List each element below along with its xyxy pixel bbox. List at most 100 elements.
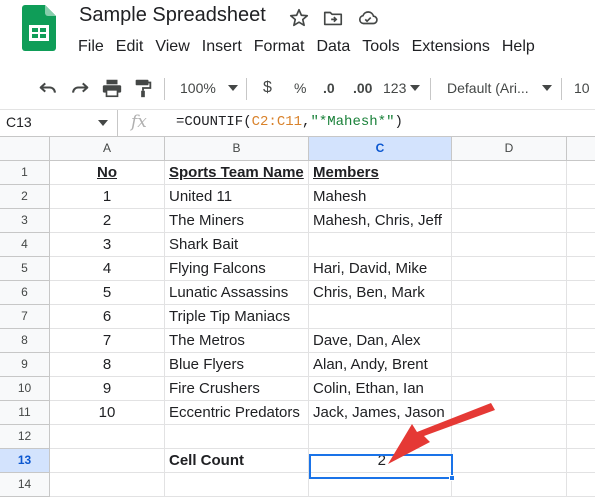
cell-e[interactable]	[567, 233, 595, 257]
cell-a[interactable]: 1	[50, 185, 165, 209]
name-box[interactable]: C13	[0, 110, 118, 136]
menu-data[interactable]: Data	[310, 36, 356, 60]
zoom-select[interactable]: 100%	[180, 66, 238, 110]
cell-b[interactable]: Flying Falcons	[165, 257, 309, 281]
menu-tools[interactable]: Tools	[356, 36, 405, 60]
cell-a[interactable]: 6	[50, 305, 165, 329]
column-header-e[interactable]	[567, 137, 595, 161]
cell-a[interactable]: No	[50, 161, 165, 185]
row-header[interactable]: 2	[0, 185, 50, 209]
cell-b[interactable]	[165, 473, 309, 497]
row-header[interactable]: 13	[0, 449, 50, 473]
document-title[interactable]: Sample Spreadsheet	[79, 4, 266, 27]
cell-c[interactable]: Chris, Ben, Mark	[309, 281, 452, 305]
menu-insert[interactable]: Insert	[196, 36, 248, 60]
cell-e[interactable]	[567, 377, 595, 401]
paint-format-icon[interactable]	[132, 66, 154, 110]
row-header[interactable]: 7	[0, 305, 50, 329]
column-header-d[interactable]: D	[452, 137, 567, 161]
star-icon[interactable]	[288, 7, 310, 29]
cell-c[interactable]: Colin, Ethan, Ian	[309, 377, 452, 401]
cell-d[interactable]	[452, 257, 567, 281]
cell-a[interactable]	[50, 473, 165, 497]
row-header[interactable]: 11	[0, 401, 50, 425]
row-header[interactable]: 10	[0, 377, 50, 401]
cell-d[interactable]	[452, 377, 567, 401]
row-header[interactable]: 4	[0, 233, 50, 257]
menu-file[interactable]: File	[72, 36, 110, 60]
undo-icon[interactable]	[37, 66, 59, 110]
cell-b[interactable]: The Metros	[165, 329, 309, 353]
cell-e[interactable]	[567, 425, 595, 449]
cell-c[interactable]: Mahesh, Chris, Jeff	[309, 209, 452, 233]
cell-c[interactable]	[309, 425, 452, 449]
cell-b[interactable]: Fire Crushers	[165, 377, 309, 401]
currency-format-button[interactable]: $	[263, 66, 272, 110]
row-header[interactable]: 8	[0, 329, 50, 353]
column-header-a[interactable]: A	[50, 137, 165, 161]
cell-a[interactable]: 4	[50, 257, 165, 281]
cell-d[interactable]	[452, 209, 567, 233]
row-header[interactable]: 1	[0, 161, 50, 185]
cell-d[interactable]	[452, 473, 567, 497]
move-to-folder-icon[interactable]	[322, 7, 344, 29]
cell-c[interactable]: Alan, Andy, Brent	[309, 353, 452, 377]
cell-e[interactable]	[567, 161, 595, 185]
column-header-b[interactable]: B	[165, 137, 309, 161]
cell-a[interactable]	[50, 449, 165, 473]
cell-c[interactable]: Members	[309, 161, 452, 185]
cell-b[interactable]: The Miners	[165, 209, 309, 233]
cell-c[interactable]: Mahesh	[309, 185, 452, 209]
font-size-select[interactable]: 10	[574, 66, 590, 110]
cell-c[interactable]: Jack, James, Jason	[309, 401, 452, 425]
cell-e[interactable]	[567, 449, 595, 473]
cell-c[interactable]: 2	[309, 449, 452, 473]
cell-c[interactable]: Hari, David, Mike	[309, 257, 452, 281]
cell-d[interactable]	[452, 161, 567, 185]
increase-decimal-button[interactable]: .00	[353, 66, 372, 110]
sheets-logo-icon[interactable]	[22, 5, 56, 51]
select-all-corner[interactable]	[0, 137, 50, 161]
cell-d[interactable]	[452, 281, 567, 305]
row-header[interactable]: 3	[0, 209, 50, 233]
cell-e[interactable]	[567, 353, 595, 377]
cell-e[interactable]	[567, 305, 595, 329]
cell-d[interactable]	[452, 305, 567, 329]
cell-e[interactable]	[567, 473, 595, 497]
cell-e[interactable]	[567, 329, 595, 353]
row-header[interactable]: 5	[0, 257, 50, 281]
redo-icon[interactable]	[69, 66, 91, 110]
cell-b[interactable]: United 11	[165, 185, 309, 209]
cell-b[interactable]	[165, 425, 309, 449]
column-header-c[interactable]: C	[309, 137, 452, 161]
cell-a[interactable]: 8	[50, 353, 165, 377]
cell-c[interactable]	[309, 473, 452, 497]
cell-d[interactable]	[452, 329, 567, 353]
cloud-status-icon[interactable]	[357, 7, 379, 29]
menu-format[interactable]: Format	[248, 36, 311, 60]
cell-e[interactable]	[567, 281, 595, 305]
menu-help[interactable]: Help	[496, 36, 541, 60]
row-header[interactable]: 6	[0, 281, 50, 305]
menu-view[interactable]: View	[149, 36, 195, 60]
row-header[interactable]: 9	[0, 353, 50, 377]
more-formats-select[interactable]: 123	[383, 66, 421, 110]
cell-e[interactable]	[567, 185, 595, 209]
cell-c[interactable]	[309, 305, 452, 329]
menu-extensions[interactable]: Extensions	[406, 36, 496, 60]
cell-a[interactable]: 7	[50, 329, 165, 353]
cell-a[interactable]: 9	[50, 377, 165, 401]
cell-b[interactable]: Triple Tip Maniacs	[165, 305, 309, 329]
decrease-decimal-button[interactable]: .0	[323, 66, 335, 110]
formula-input[interactable]: =COUNTIF(C2:C11,"*Mahesh*")	[176, 114, 403, 130]
cell-b[interactable]: Lunatic Assassins	[165, 281, 309, 305]
menu-edit[interactable]: Edit	[110, 36, 150, 60]
font-select[interactable]: Default (Ari...	[447, 66, 552, 110]
cell-e[interactable]	[567, 401, 595, 425]
cell-d[interactable]	[452, 233, 567, 257]
cell-d[interactable]	[452, 185, 567, 209]
cell-e[interactable]	[567, 257, 595, 281]
cell-b[interactable]: Sports Team Name	[165, 161, 309, 185]
cell-a[interactable]: 10	[50, 401, 165, 425]
cell-a[interactable]: 5	[50, 281, 165, 305]
